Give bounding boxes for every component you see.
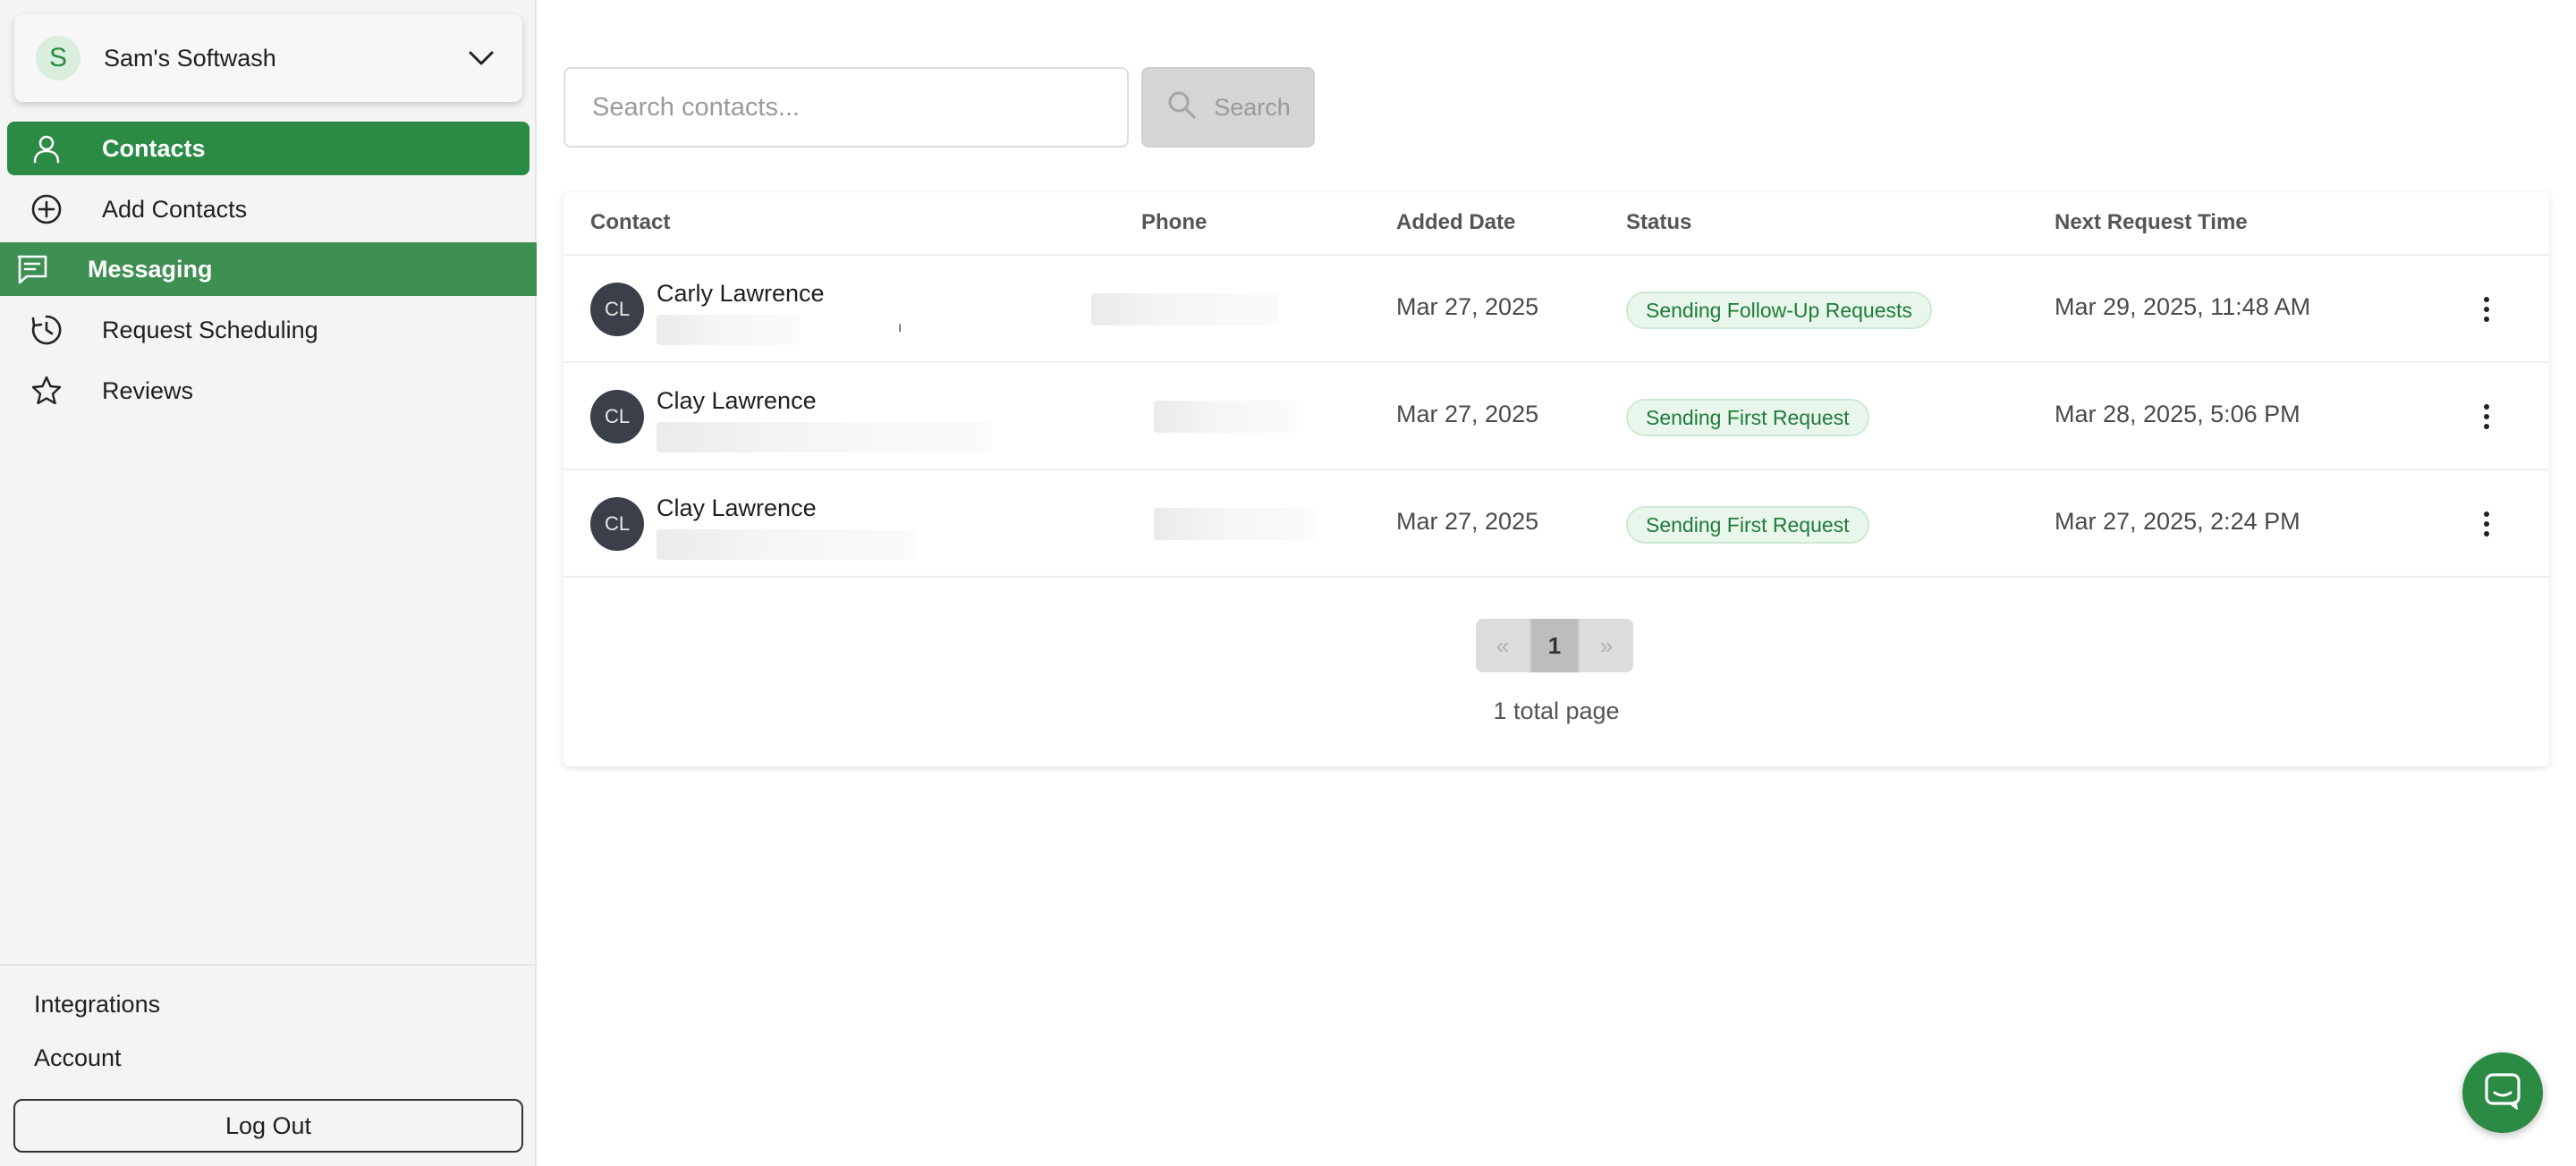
next-request-time: Mar 27, 2025, 2:24 PM: [2055, 508, 2301, 535]
integrations-link[interactable]: Integrations: [34, 991, 160, 1018]
more-options-icon[interactable]: [2469, 292, 2504, 327]
sidebar-item-label: Contacts: [102, 134, 206, 162]
status-badge: Sending First Request: [1626, 399, 1869, 436]
status-badge: Sending First Request: [1626, 506, 1869, 544]
table-row[interactable]: CL Clay Lawrence Mar 27, 2025 Sending Fi…: [564, 363, 2549, 470]
more-options-icon[interactable]: [2469, 399, 2504, 435]
column-header-status[interactable]: Status: [1626, 210, 1691, 235]
redacted-phone: [1154, 401, 1297, 433]
business-name: Sam's Softwash: [104, 44, 276, 72]
added-date: Mar 27, 2025: [1396, 401, 1539, 427]
search-icon: [1165, 89, 1198, 127]
sidebar-item-label: Add Contacts: [102, 195, 248, 223]
contact-name[interactable]: Clay Lawrence: [657, 387, 817, 415]
avatar: CL: [590, 497, 644, 551]
total-pages-label: 1 total page: [1493, 697, 1620, 724]
column-header-added-date[interactable]: Added Date: [1396, 210, 1515, 235]
plus-circle-icon: [29, 191, 64, 227]
table-row[interactable]: CL Clay Lawrence Mar 27, 2025 Sending Fi…: [564, 470, 2549, 578]
search-input[interactable]: [564, 67, 1129, 148]
logout-button[interactable]: Log Out: [13, 1099, 523, 1153]
search-button-label: Search: [1214, 93, 1291, 121]
pagination: « 1 »: [1476, 619, 1633, 672]
sidebar-item-add-contacts[interactable]: Add Contacts: [7, 182, 530, 236]
sidebar-item-reviews[interactable]: Reviews: [7, 364, 530, 418]
column-header-phone[interactable]: Phone: [1141, 210, 1207, 235]
avatar: CL: [590, 390, 644, 444]
redacted-email: [657, 315, 800, 345]
chat-icon: [2483, 1071, 2522, 1115]
sidebar: S Sam's Softwash Contacts Add Contacts M…: [0, 0, 537, 1166]
search-button[interactable]: Search: [1141, 67, 1315, 148]
user-icon: [29, 131, 64, 166]
sidebar-item-label: Reviews: [102, 376, 194, 404]
contacts-table: Contact Phone Added Date Status Next Req…: [564, 192, 2549, 766]
redacted-email: [657, 422, 992, 452]
account-link[interactable]: Account: [34, 1044, 122, 1072]
sidebar-item-request-scheduling[interactable]: Request Scheduling: [7, 303, 530, 357]
next-request-time: Mar 28, 2025, 5:06 PM: [2055, 401, 2301, 427]
business-switcher[interactable]: S Sam's Softwash: [14, 14, 522, 102]
chevron-down-icon[interactable]: [465, 42, 497, 74]
table-row[interactable]: CL Carly Lawrence ı Mar 27, 2025 Sending…: [564, 256, 2549, 363]
status-badge: Sending Follow-Up Requests: [1626, 292, 1932, 329]
redacted-phone: [1091, 293, 1279, 325]
added-date: Mar 27, 2025: [1396, 508, 1539, 535]
pagination-next-button[interactable]: »: [1580, 619, 1633, 672]
avatar: CL: [590, 283, 644, 336]
sidebar-item-contacts[interactable]: Contacts: [7, 122, 530, 175]
column-header-contact[interactable]: Contact: [590, 210, 670, 235]
sidebar-item-messaging[interactable]: Messaging: [0, 242, 537, 296]
pagination-page-1[interactable]: 1: [1530, 619, 1580, 672]
contact-name[interactable]: Carly Lawrence: [657, 280, 825, 308]
sidebar-divider: [0, 964, 537, 966]
sidebar-item-label: Messaging: [88, 255, 213, 283]
more-options-icon[interactable]: [2469, 506, 2504, 542]
business-avatar: S: [36, 36, 80, 80]
column-header-next-request-time[interactable]: Next Request Time: [2055, 210, 2248, 235]
redacted-phone: [1154, 508, 1315, 540]
chat-support-button[interactable]: [2462, 1052, 2543, 1133]
pagination-prev-button[interactable]: «: [1476, 619, 1530, 672]
added-date: Mar 27, 2025: [1396, 293, 1539, 320]
sidebar-item-label: Request Scheduling: [102, 316, 318, 343]
clock-icon: [29, 312, 64, 348]
redacted-email: [657, 529, 916, 560]
star-icon: [29, 373, 64, 409]
next-request-time: Mar 29, 2025, 11:48 AM: [2055, 293, 2311, 320]
message-icon: [14, 251, 50, 287]
stray-mark: ı: [898, 320, 902, 335]
contact-name[interactable]: Clay Lawrence: [657, 494, 817, 522]
